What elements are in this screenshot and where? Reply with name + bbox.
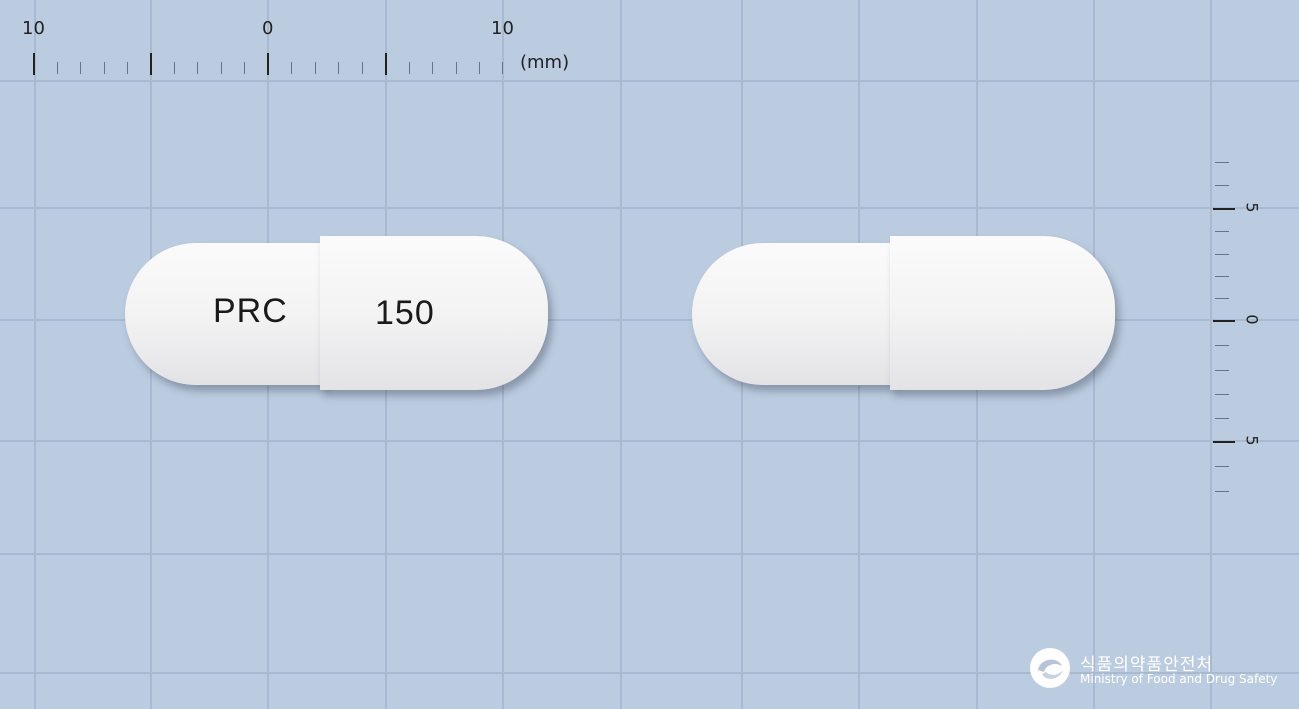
grid-line xyxy=(0,80,1299,82)
ruler-tick xyxy=(315,62,316,74)
ruler-tick xyxy=(432,62,433,74)
grid-line xyxy=(0,553,1299,555)
ruler-tick xyxy=(174,62,175,74)
ruler-tick xyxy=(221,62,222,74)
ruler-tick xyxy=(362,62,363,74)
ruler-tick xyxy=(150,53,152,75)
ruler-tick xyxy=(1215,162,1229,163)
ruler-tick xyxy=(57,62,58,74)
capsule-cap xyxy=(890,236,1115,390)
ruler-tick xyxy=(338,62,339,74)
ruler-tick xyxy=(1215,231,1229,232)
ruler-tick xyxy=(1215,466,1229,467)
logo-swirl-icon xyxy=(1031,649,1069,687)
imprint-right: 150 xyxy=(375,294,435,332)
agency-name-english: Ministry of Food and Drug Safety xyxy=(1080,672,1278,686)
ruler-tick xyxy=(456,62,457,74)
ruler-tick xyxy=(33,53,35,75)
ruler-tick xyxy=(244,62,245,74)
ruler-label-center: 0 xyxy=(262,18,274,39)
ruler-tick xyxy=(1215,298,1229,299)
ruler-label-left: 10 xyxy=(22,18,45,39)
ruler-tick xyxy=(197,62,198,74)
ruler-tick xyxy=(1215,185,1229,186)
ruler-tick xyxy=(1215,418,1229,419)
photo-stage: 10 0 10 (mm) 5 0 5 PRC 150 식품의약품안전처 Mini… xyxy=(0,0,1299,709)
ruler-tick xyxy=(1213,320,1235,322)
capsule-body xyxy=(692,243,894,385)
grid-line xyxy=(0,440,1299,442)
ruler-tick xyxy=(1215,345,1229,346)
ruler-tick xyxy=(1215,394,1229,395)
ruler-tick xyxy=(1213,441,1235,443)
ruler-tick xyxy=(104,62,105,74)
ruler-unit: (mm) xyxy=(520,52,570,73)
ruler-tick xyxy=(1215,370,1229,371)
grid-line xyxy=(34,0,36,709)
ruler-tick xyxy=(1215,254,1229,255)
ruler-tick xyxy=(479,62,480,74)
ruler-tick xyxy=(409,62,410,74)
ruler-tick xyxy=(1213,208,1235,210)
grid-line xyxy=(1210,0,1212,709)
ruler-tick xyxy=(80,62,81,74)
ruler-label-right: 10 xyxy=(491,18,514,39)
imprint-left: PRC xyxy=(213,292,288,330)
grid-line xyxy=(620,0,622,709)
ruler-tick xyxy=(291,62,292,74)
capsule-back xyxy=(692,236,1117,392)
ruler-tick xyxy=(385,53,387,75)
ruler-tick xyxy=(127,62,128,74)
ruler-label-bottom: 5 xyxy=(1242,435,1262,446)
government-logo-icon xyxy=(1030,648,1070,688)
ruler-tick xyxy=(267,53,269,75)
ruler-label-top: 5 xyxy=(1242,202,1262,213)
ruler-tick xyxy=(1215,276,1229,277)
ruler-tick xyxy=(502,62,503,74)
capsule-front: PRC 150 xyxy=(125,236,550,392)
ruler-tick xyxy=(1215,491,1229,492)
grid-line xyxy=(0,207,1299,209)
ruler-label-middle: 0 xyxy=(1242,314,1262,325)
